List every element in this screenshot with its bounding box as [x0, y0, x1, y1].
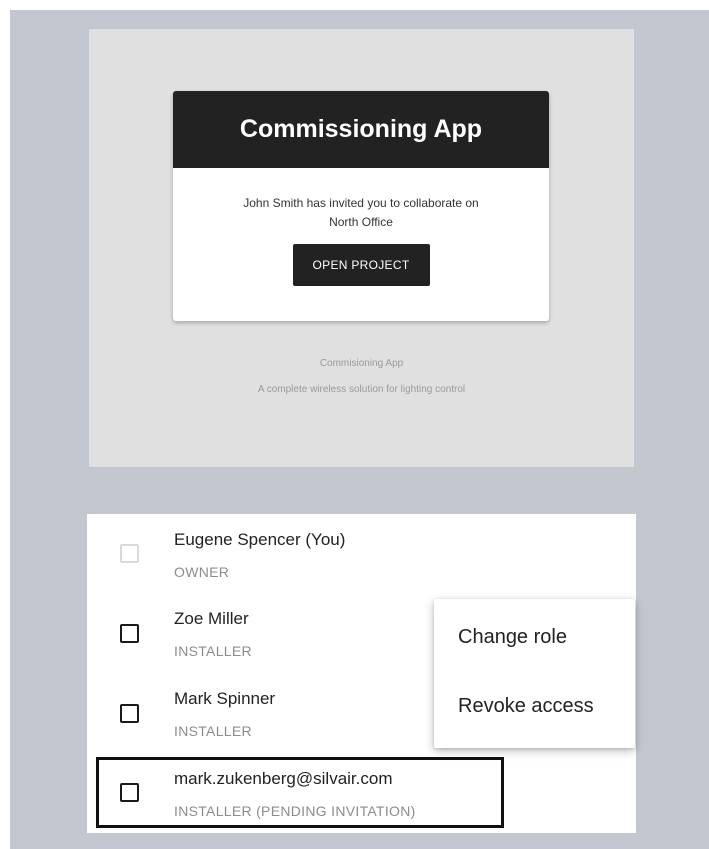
list-item: Eugene Spencer (You) OWNER	[87, 514, 636, 580]
invitation-email-preview: Commissioning App John Smith has invited…	[89, 29, 634, 467]
footer-tagline: A complete wireless solution for lightin…	[257, 384, 466, 395]
footer-app-name: Commisioning App	[319, 358, 404, 369]
revoke-access-menu-item[interactable]: Revoke access	[458, 695, 594, 718]
collaborator-checkbox[interactable]	[120, 704, 139, 723]
collaborator-name: Zoe Miller	[174, 609, 249, 628]
invite-message: John Smith has invited you to collaborat…	[201, 194, 521, 232]
project-name: North Office	[329, 215, 393, 229]
collaborator-role: INSTALLER	[174, 723, 252, 739]
open-project-button[interactable]: OPEN PROJECT	[292, 244, 430, 286]
collaborator-role: INSTALLER	[174, 643, 252, 659]
invitation-card: Commissioning App John Smith has invited…	[173, 91, 549, 321]
collaborator-checkbox[interactable]	[120, 624, 139, 643]
invite-message-line1: John Smith has invited you to collaborat…	[243, 196, 479, 210]
collaborator-name: Mark Spinner	[174, 689, 276, 708]
change-role-menu-item[interactable]: Change role	[458, 626, 567, 649]
collaborator-context-menu: Change role Revoke access	[434, 599, 635, 748]
collaborator-checkbox	[120, 544, 139, 563]
collaborator-role: OWNER	[174, 564, 230, 580]
collaborator-name: Eugene Spencer (You)	[174, 530, 346, 549]
app-title: Commissioning App	[239, 115, 483, 143]
email-header: Commissioning App	[173, 91, 549, 168]
pending-invitation-highlight	[96, 757, 504, 828]
email-footer: Commisioning App A complete wireless sol…	[89, 351, 634, 403]
